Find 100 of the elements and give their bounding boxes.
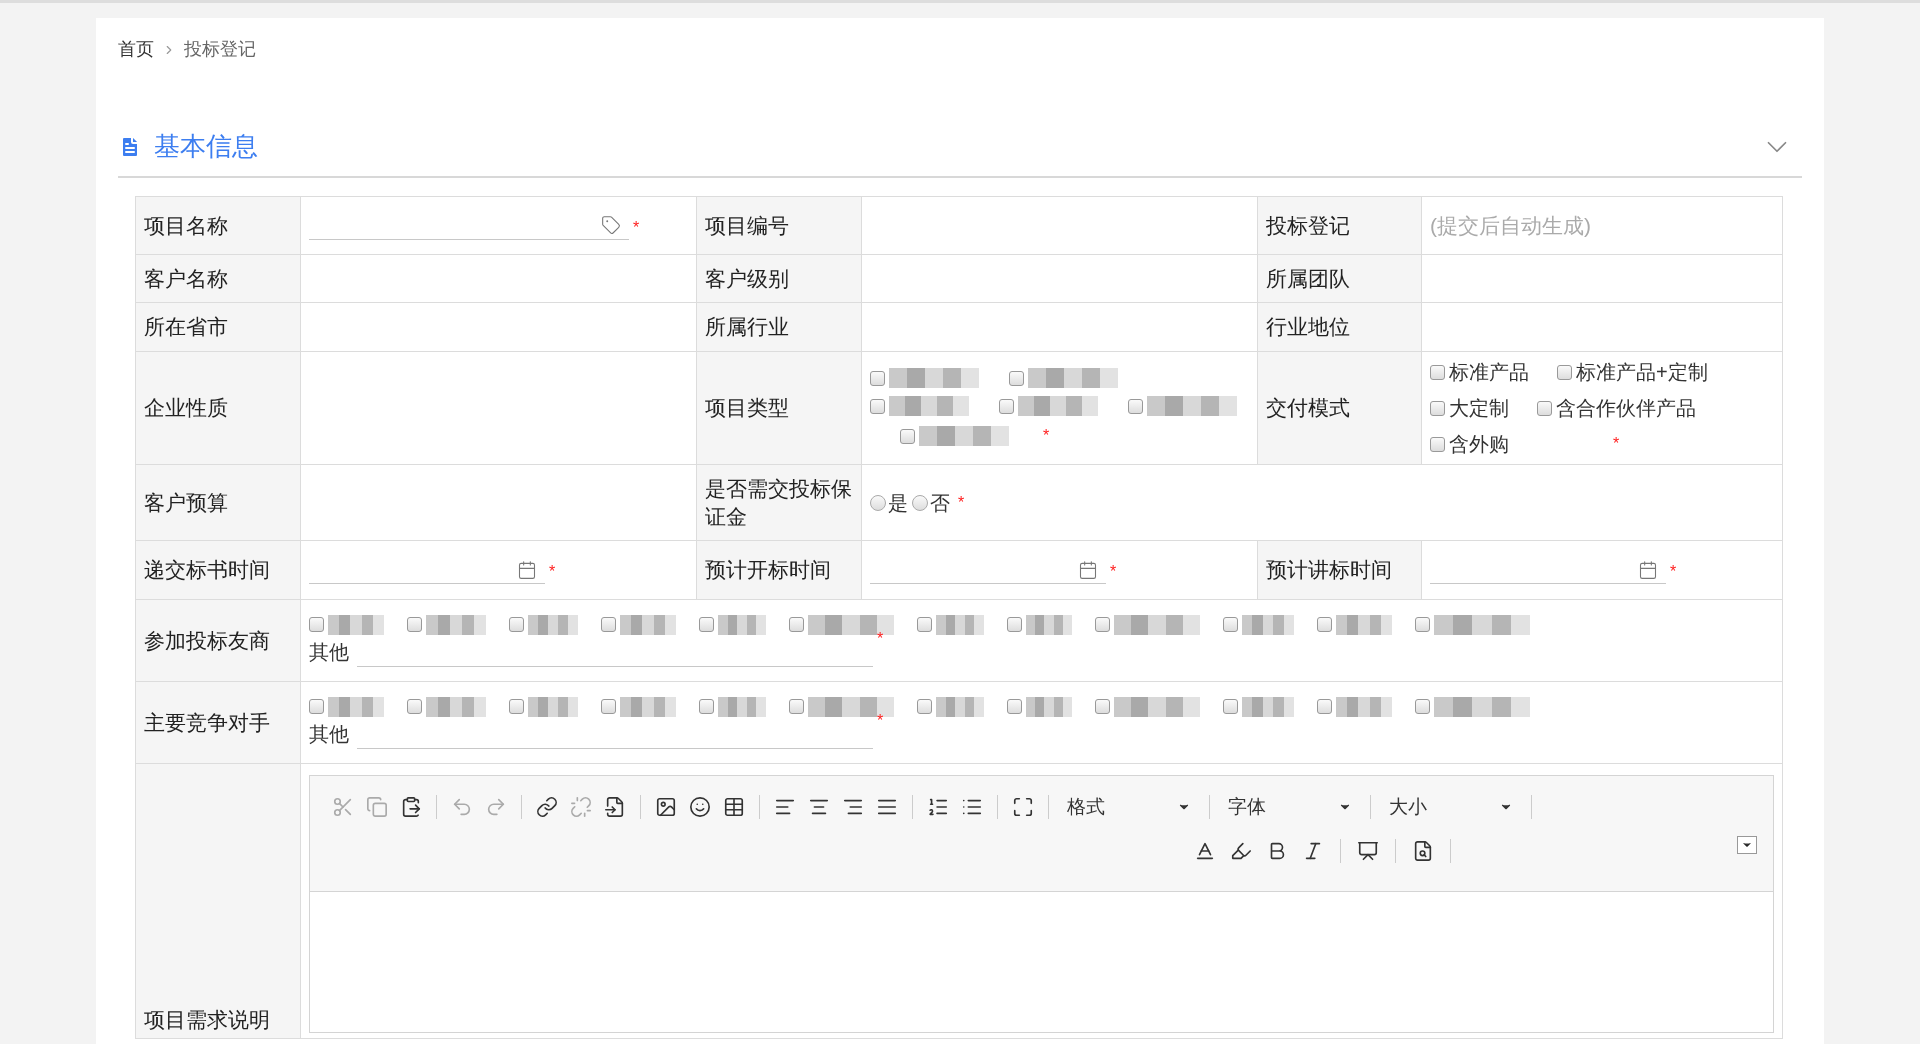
field-label-cell: 递交标书时间: [135, 540, 301, 600]
field-label-cell: 是否需交投标保证金: [696, 464, 862, 541]
checkbox-label: 标准产品+定制: [1576, 360, 1708, 385]
field-label-cell: 主要竞争对手: [135, 681, 301, 764]
field-label-cell: 项目需求说明: [135, 763, 301, 1039]
required-mark: *: [877, 711, 884, 729]
required-mark: *: [877, 629, 884, 647]
required-mark: *: [1613, 435, 1620, 452]
checkbox[interactable]: [1415, 617, 1430, 632]
checkbox[interactable]: [789, 699, 804, 714]
calendar-icon: [1638, 559, 1658, 580]
checkbox[interactable]: [1557, 364, 1572, 380]
field-label-cell: 交付模式: [1257, 351, 1422, 465]
blurred-label: [936, 614, 984, 635]
field-label-cell: 企业性质: [135, 351, 301, 465]
checkbox[interactable]: [1223, 699, 1238, 714]
field-label-cell: 预计讲标时间: [1257, 540, 1422, 600]
radio-button[interactable]: [870, 494, 886, 511]
field-label-cell: 行业地位: [1257, 302, 1422, 352]
blurred-label: [1242, 614, 1294, 635]
field-label-cell: 所属团队: [1257, 254, 1422, 303]
blurred-label: [426, 614, 486, 635]
checkbox[interactable]: [789, 617, 804, 632]
blurred-label: [718, 696, 766, 717]
blurred-label: [1026, 696, 1072, 717]
checkbox[interactable]: [407, 617, 422, 632]
checkbox[interactable]: [1095, 699, 1110, 714]
field-label-cell: 所属行业: [696, 302, 862, 352]
required-mark: *: [633, 217, 640, 238]
checkbox[interactable]: [1007, 699, 1022, 714]
blurred-label: [528, 696, 578, 717]
blurred-label: [1242, 696, 1294, 717]
blurred-label: [1026, 614, 1072, 635]
checkbox[interactable]: [509, 617, 524, 632]
editor-dropdown[interactable]: 大小: [1381, 792, 1521, 822]
editor-dropdown[interactable]: 字体: [1220, 792, 1360, 822]
field-label-cell: 客户级别: [696, 254, 862, 303]
required-mark: *: [549, 562, 556, 582]
field-label-cell: 所在省市: [135, 302, 301, 352]
checkbox[interactable]: [1317, 617, 1332, 632]
checkbox[interactable]: [917, 699, 932, 714]
field-label-cell: 预计开标时间: [696, 540, 862, 600]
checkbox[interactable]: [699, 699, 714, 714]
required-mark: *: [1670, 562, 1677, 582]
checkbox[interactable]: [900, 428, 915, 444]
field-label-cell: 客户预算: [135, 464, 301, 541]
field-label-cell: 项目类型: [696, 351, 862, 465]
checkbox[interactable]: [870, 370, 885, 386]
checkbox[interactable]: [1317, 699, 1332, 714]
field-label-cell: 项目编号: [696, 196, 862, 255]
blurred-label: [936, 696, 984, 717]
radio-button[interactable]: [912, 494, 928, 511]
checkbox[interactable]: [309, 699, 324, 714]
checkbox-label: 含外购: [1449, 432, 1509, 457]
breadcrumb-link[interactable]: 首页: [118, 36, 154, 63]
calendar-icon: [1078, 559, 1098, 580]
checkbox[interactable]: [999, 398, 1014, 414]
checkbox-label: 标准产品: [1449, 360, 1529, 385]
checkbox[interactable]: [601, 699, 616, 714]
field-label-cell: 客户名称: [135, 254, 301, 303]
collapse-toolbar-icon[interactable]: [1737, 836, 1757, 854]
blurred-label: [328, 696, 384, 717]
field-label-cell: 项目名称: [135, 196, 301, 255]
checkbox[interactable]: [309, 617, 324, 632]
checkbox-label: 大定制: [1449, 396, 1509, 421]
calendar-icon: [517, 559, 537, 580]
checkbox[interactable]: [1223, 617, 1238, 632]
checkbox-label: 含合作伙伴产品: [1556, 396, 1696, 421]
other-label: 其他: [309, 639, 349, 665]
radio-label: 是: [888, 490, 908, 516]
checkbox[interactable]: [1430, 400, 1445, 416]
breadcrumb-link[interactable]: 投标登记: [184, 36, 256, 63]
checkbox[interactable]: [1430, 364, 1445, 380]
required-mark: *: [958, 492, 965, 513]
checkbox[interactable]: [1128, 398, 1143, 414]
checkbox[interactable]: [601, 617, 616, 632]
section-title: 基本信息: [154, 130, 258, 163]
radio-label: 否: [930, 490, 950, 516]
checkbox[interactable]: [407, 699, 422, 714]
blurred-label: [1336, 696, 1392, 717]
editor-dropdown[interactable]: 格式: [1059, 792, 1199, 822]
checkbox[interactable]: [509, 699, 524, 714]
blurred-label: [718, 614, 766, 635]
checkbox[interactable]: [1009, 370, 1024, 386]
required-mark: *: [1110, 562, 1117, 582]
blurred-label: [528, 614, 578, 635]
blurred-label: [1336, 614, 1392, 635]
auto-generated-note: (提交后自动生成): [1430, 213, 1591, 237]
checkbox[interactable]: [1430, 436, 1445, 452]
checkbox[interactable]: [699, 617, 714, 632]
checkbox[interactable]: [1415, 699, 1430, 714]
field-label-cell: 参加投标友商: [135, 599, 301, 682]
checkbox[interactable]: [1095, 617, 1110, 632]
checkbox[interactable]: [870, 398, 885, 414]
checkbox[interactable]: [1537, 400, 1552, 416]
checkbox[interactable]: [1007, 617, 1022, 632]
field-label-cell: 投标登记: [1257, 196, 1422, 255]
blurred-label: [426, 696, 486, 717]
checkbox[interactable]: [917, 617, 932, 632]
blurred-label: [328, 614, 384, 635]
